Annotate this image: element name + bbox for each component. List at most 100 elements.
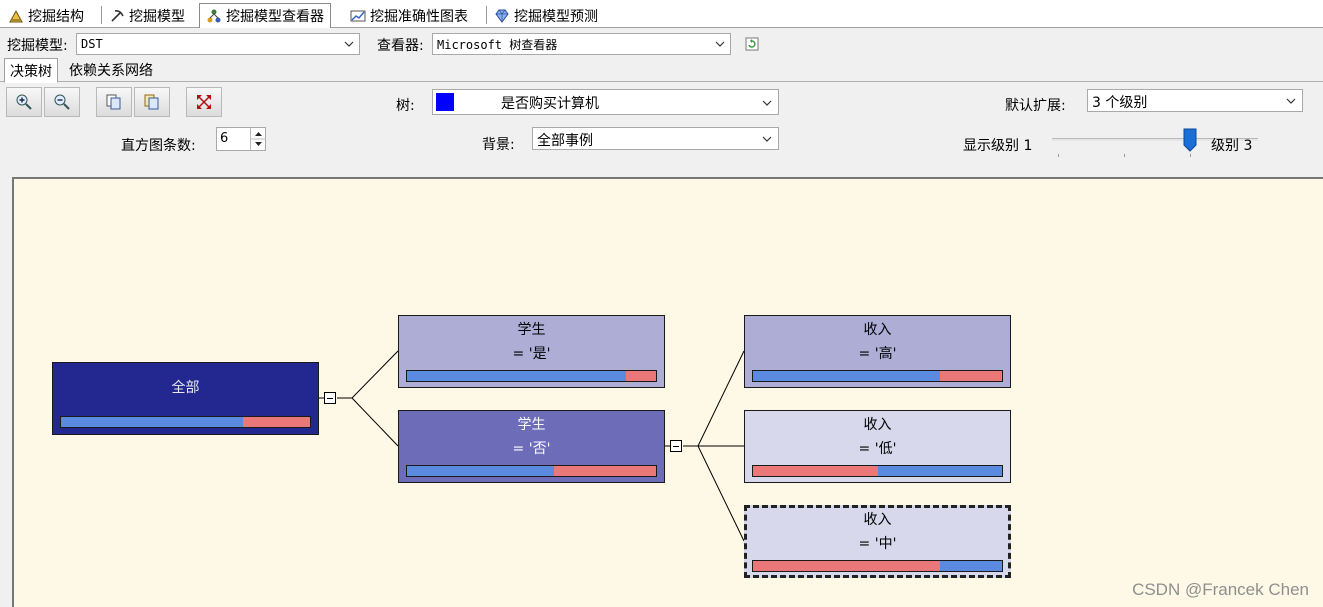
tab-label: 挖掘准确性图表 [370, 8, 468, 25]
chevron-down-icon [762, 100, 772, 106]
spinner-arrows-icon [251, 132, 266, 146]
histogram-segment-first [753, 561, 940, 571]
node-title: 全部 [171, 380, 200, 396]
copy-icon [106, 94, 121, 110]
size-to-fit-button[interactable] [186, 87, 222, 117]
node-condition: = '否' [512, 441, 551, 457]
mining-model-label: 挖掘模型: [7, 38, 68, 54]
mining-model-select[interactable]: DST [76, 33, 360, 55]
node-histogram [406, 370, 657, 382]
viewer-label: 查看器: [377, 38, 424, 54]
tree-select[interactable]: 是否购买计算机 [432, 89, 779, 115]
mining-structure-icon [9, 9, 23, 22]
accuracy-chart-icon [350, 10, 366, 21]
node-title: 学生 [517, 417, 546, 433]
chevron-down-icon [344, 41, 354, 47]
default-expand-value: 3 个级别 [1092, 95, 1148, 111]
histogram-segment-blue [407, 371, 627, 381]
tab-label: 挖掘模型 [129, 8, 185, 25]
chevron-down-icon [1286, 98, 1296, 104]
histogram-segment-first [753, 466, 878, 476]
tree-node-all[interactable]: 全部 [52, 362, 319, 435]
zoom-out-button[interactable] [44, 87, 80, 117]
node-title: 收入 [863, 322, 892, 338]
viewer-tab-strip: 决策树 依赖关系网络 [0, 58, 1323, 83]
histogram-segment-red [553, 466, 656, 476]
background-value: 全部事例 [537, 133, 593, 149]
node-histogram [406, 465, 657, 477]
histogram-bars-label: 直方图条数: [121, 138, 196, 154]
chevron-down-icon [715, 41, 725, 47]
copy-button[interactable] [96, 87, 132, 117]
tree-value: 是否购买计算机 [501, 96, 599, 112]
tab-label: 挖掘模型预测 [514, 8, 598, 25]
mining-model-value: DST [81, 37, 103, 51]
slider-tick [1190, 154, 1191, 157]
tree-node-student-no[interactable]: 学生 = '否' [398, 410, 665, 483]
copy-graph-icon [144, 94, 159, 110]
collapse-toggle-student-no[interactable] [670, 440, 682, 452]
tab-mining-model-viewer[interactable]: 挖掘模型查看器 [199, 3, 331, 28]
tab-mining-structure[interactable]: 挖掘结构 [2, 3, 90, 28]
tab-mining-model-prediction[interactable]: 挖掘模型预测 [488, 3, 604, 28]
histogram-segment-second [877, 466, 1002, 476]
node-histogram [60, 416, 311, 428]
refresh-icon[interactable] [744, 36, 760, 52]
node-histogram [752, 370, 1003, 382]
viewer-value: Microsoft 树查看器 [437, 37, 558, 52]
tab-separator [486, 6, 487, 24]
node-condition: = '中' [858, 536, 897, 552]
tab-separator [101, 6, 102, 24]
designer-tab-strip: 挖掘结构 挖掘模型 挖掘模型查看器 挖掘准确性图表 挖掘模型预测 [0, 0, 1323, 28]
node-condition: = '高' [858, 346, 897, 362]
background-select[interactable]: 全部事例 [532, 127, 779, 150]
pickaxe-icon [111, 9, 124, 22]
tree-node-income-high[interactable]: 收入 = '高' [744, 315, 1011, 388]
slider-tick [1124, 154, 1125, 157]
show-level-label: 显示级别 1 [963, 138, 1033, 154]
copy-graph-view-button[interactable] [134, 87, 170, 117]
tab-dependency-network[interactable]: 依赖关系网络 [64, 58, 158, 82]
tab-decision-tree[interactable]: 决策树 [4, 58, 58, 83]
node-title: 学生 [517, 322, 546, 338]
histogram-bars-value: 6 [220, 131, 229, 146]
watermark: CSDN @Francek Chen [1132, 580, 1309, 599]
histogram-segment-second [939, 561, 1002, 571]
node-histogram [752, 560, 1003, 572]
slider-thumb[interactable] [1183, 128, 1197, 152]
background-label: 背景: [482, 137, 515, 153]
default-expand-label: 默认扩展: [1005, 98, 1066, 114]
default-expand-select[interactable]: 3 个级别 [1087, 89, 1303, 112]
chevron-down-icon [762, 136, 772, 142]
histogram-segment-second [939, 371, 1002, 381]
histogram-segment-blue [61, 417, 243, 427]
tab-mining-model[interactable]: 挖掘模型 [103, 3, 191, 28]
zoom-in-button[interactable] [6, 87, 42, 117]
tree-color-swatch [436, 93, 454, 111]
histogram-bars-spinner[interactable]: 6 [216, 127, 266, 151]
histogram-segment-blue [407, 466, 554, 476]
spinner-buttons[interactable] [250, 128, 266, 150]
diamond-icon [495, 9, 509, 23]
histogram-segment-red [626, 371, 656, 381]
histogram-segment-red [242, 417, 310, 427]
node-condition: = '是' [512, 346, 551, 362]
tab-mining-accuracy-chart[interactable]: 挖掘准确性图表 [344, 3, 474, 28]
tree-node-student-yes[interactable]: 学生 = '是' [398, 315, 665, 388]
level-end-label: 级别 3 [1211, 138, 1253, 154]
tree-node-income-medium[interactable]: 收入 = '中' [744, 505, 1011, 578]
zoom-out-icon [54, 94, 70, 110]
tree-node-income-low[interactable]: 收入 = '低' [744, 410, 1011, 483]
node-histogram [752, 465, 1003, 477]
node-title: 收入 [863, 417, 892, 433]
collapse-toggle-root[interactable] [324, 392, 336, 404]
expand-arrows-icon [197, 95, 211, 109]
model-viewer-icon [207, 9, 221, 23]
tab-label: 挖掘模型查看器 [226, 9, 324, 25]
tab-label: 挖掘结构 [28, 8, 84, 25]
viewer-select[interactable]: Microsoft 树查看器 [432, 33, 731, 55]
slider-tick [1058, 154, 1059, 157]
node-condition: = '低' [858, 441, 897, 457]
histogram-segment-first [753, 371, 940, 381]
tree-label: 树: [396, 98, 415, 114]
